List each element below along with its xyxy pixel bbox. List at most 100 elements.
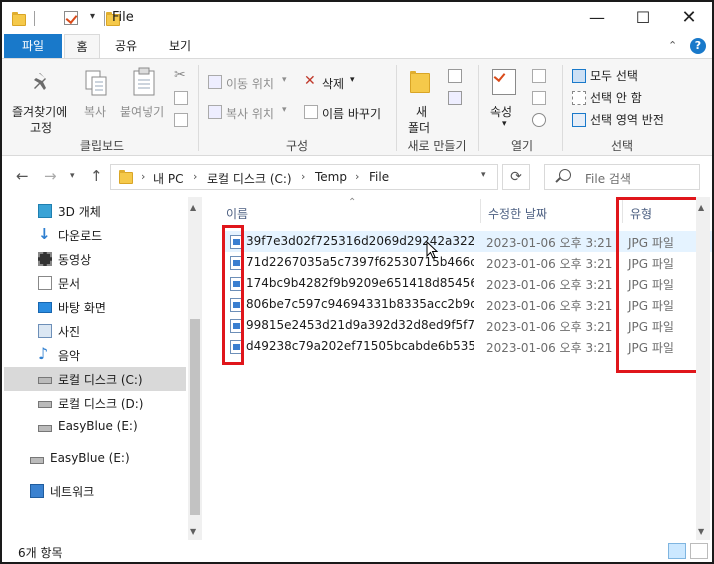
nav-item-music[interactable]: ♪ 음악 [4, 343, 186, 367]
breadcrumb-separator-icon[interactable]: › [355, 170, 359, 183]
large-icons-view-icon[interactable] [690, 543, 708, 559]
scroll-down-icon[interactable]: ▼ [698, 527, 704, 536]
forward-arrow-icon[interactable]: → [44, 167, 57, 185]
tab-view[interactable]: 보기 [160, 34, 200, 58]
copy-icon[interactable] [84, 69, 108, 97]
nav-item-local-disk-d[interactable]: 로컬 디스크 (D:) [4, 391, 186, 415]
nav-item-easyblue-e[interactable]: EasyBlue (E:) [4, 415, 186, 439]
file-list-scrollbar[interactable]: ▲ ▼ [696, 197, 710, 540]
back-arrow-icon[interactable]: ← [16, 167, 29, 185]
breadcrumb-file[interactable]: File [369, 170, 389, 184]
breadcrumb-my-pc[interactable]: 내 PC [153, 170, 183, 187]
picture-icon [38, 324, 52, 338]
file-name: 71d2267035a5c7397f62530715b466d... [246, 255, 474, 269]
nav-item-3d-objects[interactable]: 3D 개체 [4, 199, 186, 223]
tab-file[interactable]: 파일 [4, 34, 62, 58]
file-date: 2023-01-06 오후 3:21 [486, 257, 613, 271]
pin-to-quick-access-label[interactable]: 즐겨찾기에 [12, 103, 67, 120]
title-bar: ▾ File — ☐ ✕ [2, 2, 712, 34]
properties-icon[interactable] [492, 69, 516, 95]
help-icon[interactable]: ? [690, 38, 706, 54]
new-folder-label-2[interactable]: 폴더 [408, 119, 430, 136]
cut-icon[interactable]: ✂ [174, 67, 188, 83]
cube-icon [38, 204, 52, 218]
invert-selection-icon [572, 113, 586, 127]
nav-item-downloads[interactable]: ↓ 다운로드 [4, 223, 186, 247]
open-icon[interactable] [532, 69, 546, 83]
chevron-down-icon: ▾ [282, 75, 287, 85]
column-header-name[interactable]: 이름 [226, 205, 248, 222]
paste-shortcut-icon[interactable] [174, 113, 188, 127]
paste-button[interactable]: 붙여넣기 [120, 103, 164, 120]
search-box[interactable]: File 검색 [544, 164, 700, 190]
refresh-button[interactable]: ⟳ [502, 164, 530, 190]
new-folder-label[interactable]: 새 [416, 103, 427, 120]
breadcrumb-separator-icon[interactable]: › [193, 170, 197, 183]
ribbon-tabs: 파일 홈 공유 보기 ⌃ ? [2, 34, 712, 58]
properties-quick-icon[interactable] [63, 11, 78, 25]
navigation-pane: 3D 개체 ↓ 다운로드 동영상 문서 바탕 화면 사진 ♪ 음악 로컬 디스크 [2, 197, 204, 540]
history-icon[interactable] [532, 113, 546, 127]
up-arrow-icon[interactable]: ↑ [90, 167, 103, 185]
nav-item-easyblue-e-root[interactable]: EasyBlue (E:) [2, 447, 178, 471]
close-button[interactable]: ✕ [666, 2, 712, 34]
tab-home[interactable]: 홈 [64, 34, 100, 58]
address-bar[interactable]: › 내 PC › 로컬 디스크 (C:) › Temp › File ▾ [110, 164, 498, 190]
nav-item-videos[interactable]: 동영상 [4, 247, 186, 271]
scroll-up-icon[interactable]: ▲ [698, 203, 704, 212]
breadcrumb-temp[interactable]: Temp [315, 170, 347, 184]
scrollbar-thumb[interactable] [190, 319, 200, 515]
paste-icon[interactable] [132, 67, 156, 97]
customize-quick-access-icon[interactable]: ▾ [90, 11, 95, 22]
divider [562, 65, 563, 151]
nav-item-local-disk-c[interactable]: 로컬 디스크 (C:) [4, 367, 186, 391]
nav-item-label: 다운로드 [58, 229, 103, 243]
nav-item-desktop[interactable]: 바탕 화면 [4, 295, 186, 319]
rename-button[interactable]: 이름 바꾸기 [322, 105, 381, 122]
pin-icon[interactable] [32, 71, 54, 93]
drive-icon [38, 425, 52, 432]
minimize-button[interactable]: — [574, 2, 620, 34]
download-arrow-icon: ↓ [38, 225, 51, 243]
easy-access-icon[interactable] [448, 91, 462, 105]
select-none-button[interactable]: 선택 안 함 [590, 89, 642, 106]
edit-icon[interactable] [532, 91, 546, 105]
divider [34, 11, 35, 26]
copy-path-icon[interactable] [174, 91, 188, 105]
properties-button[interactable]: 속성 [490, 103, 512, 120]
select-none-icon [572, 91, 586, 105]
breadcrumb-local-disk-c[interactable]: 로컬 디스크 (C:) [207, 170, 292, 187]
copy-to-button[interactable]: 복사 위치 [226, 105, 274, 122]
nav-item-network[interactable]: 네트워크 [2, 479, 178, 503]
new-folder-icon[interactable] [410, 71, 430, 93]
search-input[interactable]: File 검색 [585, 170, 631, 187]
nav-item-documents[interactable]: 문서 [4, 271, 186, 295]
pin-to-quick-access-label-2[interactable]: 고정 [30, 119, 52, 136]
scroll-up-icon[interactable]: ▲ [190, 203, 196, 212]
sort-ascending-icon: ⌃ [348, 197, 357, 208]
delete-button[interactable]: 삭제 [322, 75, 344, 92]
breadcrumb-separator-icon[interactable]: › [301, 170, 305, 183]
column-header-date[interactable]: 수정한 날짜 [488, 205, 547, 222]
recent-locations-chevron-icon[interactable]: ▾ [70, 171, 75, 181]
new-item-icon[interactable] [448, 69, 462, 83]
address-history-chevron-icon[interactable]: ▾ [481, 170, 486, 180]
nav-item-pictures[interactable]: 사진 [4, 319, 186, 343]
maximize-button[interactable]: ☐ [620, 2, 666, 34]
nav-item-label: 네트워크 [50, 485, 95, 499]
new-group-label: 새로 만들기 [407, 139, 467, 153]
open-group-label: 열기 [510, 139, 534, 153]
breadcrumb-separator-icon[interactable]: › [141, 170, 145, 183]
nav-pane-scrollbar[interactable]: ▲ ▼ [188, 197, 202, 540]
scroll-down-icon[interactable]: ▼ [190, 527, 196, 536]
details-view-icon[interactable] [668, 543, 686, 559]
nav-item-label: 로컬 디스크 (D:) [58, 397, 144, 411]
copy-button[interactable]: 복사 [84, 103, 106, 120]
ribbon-collapse-icon[interactable]: ⌃ [668, 39, 677, 52]
chevron-down-icon: ▾ [502, 119, 507, 129]
tab-share[interactable]: 공유 [106, 34, 146, 58]
invert-selection-button[interactable]: 선택 영역 반전 [590, 111, 664, 128]
address-row: ← → ▾ ↑ › 내 PC › 로컬 디스크 (C:) › Temp › Fi… [2, 157, 712, 197]
move-to-button[interactable]: 이동 위치 [226, 75, 274, 92]
select-all-button[interactable]: 모두 선택 [590, 67, 638, 84]
